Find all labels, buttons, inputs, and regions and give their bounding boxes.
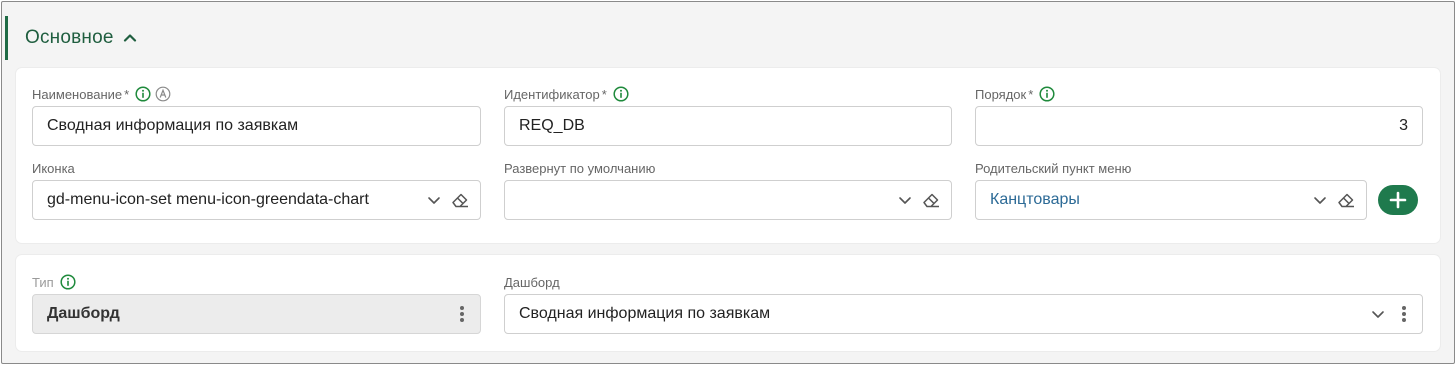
add-parent-menu-button[interactable]	[1378, 185, 1418, 215]
name-label: Наименование	[32, 86, 123, 102]
icon-value: gd-menu-icon-set menu-icon-greendata-cha…	[47, 191, 369, 208]
type-label: Тип	[32, 274, 54, 290]
type-label-row: Тип	[32, 274, 76, 290]
settings-panel: Основное Наименование * Сводная информац…	[1, 1, 1455, 364]
name-field-label-row: Наименование *	[32, 86, 171, 102]
chevron-up-icon[interactable]	[122, 30, 138, 46]
name-value: Сводная информация по заявкам	[47, 117, 299, 134]
section-header-basic[interactable]: Основное	[5, 16, 405, 60]
info-icon[interactable]	[60, 274, 76, 290]
icon-label-row: Иконка	[32, 160, 75, 176]
kebab-menu-icon[interactable]	[452, 304, 472, 324]
identifier-value: REQ_DB	[519, 117, 585, 134]
eraser-icon[interactable]	[450, 190, 470, 210]
section-title: Основное	[25, 27, 114, 48]
auto-icon[interactable]	[155, 86, 171, 102]
dashboard-value: Сводная информация по заявкам	[519, 305, 771, 322]
main-fields-card: Наименование * Сводная информация по зая…	[16, 68, 1440, 243]
identifier-label: Идентификатор	[504, 86, 600, 102]
name-input[interactable]: Сводная информация по заявкам	[32, 106, 481, 146]
required-mark: *	[1028, 86, 1034, 102]
required-mark: *	[124, 86, 130, 102]
parent-menu-label: Родительский пункт меню	[975, 160, 1132, 176]
dashboard-label: Дашборд	[504, 274, 560, 290]
chevron-down-icon[interactable]	[424, 190, 444, 210]
type-card: Тип Дашборд Дашборд Сводная информация п…	[16, 255, 1440, 351]
order-input[interactable]: 3	[975, 106, 1423, 146]
eraser-icon[interactable]	[921, 190, 941, 210]
chevron-down-icon[interactable]	[1368, 304, 1388, 324]
expanded-select[interactable]	[504, 180, 952, 220]
dashboard-select[interactable]: Сводная информация по заявкам	[504, 294, 1423, 334]
info-icon[interactable]	[1039, 86, 1055, 102]
order-label: Порядок	[975, 86, 1027, 102]
type-value: Дашборд	[47, 305, 120, 322]
identifier-input[interactable]: REQ_DB	[504, 106, 952, 146]
icon-select[interactable]: gd-menu-icon-set menu-icon-greendata-cha…	[32, 180, 481, 220]
required-mark: *	[601, 86, 607, 102]
kebab-menu-icon[interactable]	[1394, 304, 1414, 324]
parent-menu-select[interactable]: Канцтовары	[975, 180, 1367, 220]
order-label-row: Порядок *	[975, 86, 1055, 102]
info-icon[interactable]	[613, 86, 629, 102]
dashboard-label-row: Дашборд	[504, 274, 560, 290]
type-select: Дашборд	[32, 294, 481, 334]
chevron-down-icon[interactable]	[1310, 190, 1330, 210]
eraser-icon[interactable]	[1336, 190, 1356, 210]
expanded-label-row: Развернут по умолчанию	[504, 160, 655, 176]
order-value: 3	[1399, 117, 1408, 134]
parent-menu-label-row: Родительский пункт меню	[975, 160, 1131, 176]
chevron-down-icon[interactable]	[895, 190, 915, 210]
parent-menu-value[interactable]: Канцтовары	[990, 191, 1304, 209]
info-icon[interactable]	[135, 86, 151, 102]
plus-icon	[1389, 191, 1407, 209]
identifier-label-row: Идентификатор *	[504, 86, 629, 102]
icon-label: Иконка	[32, 160, 75, 176]
expanded-label: Развернут по умолчанию	[504, 160, 656, 176]
